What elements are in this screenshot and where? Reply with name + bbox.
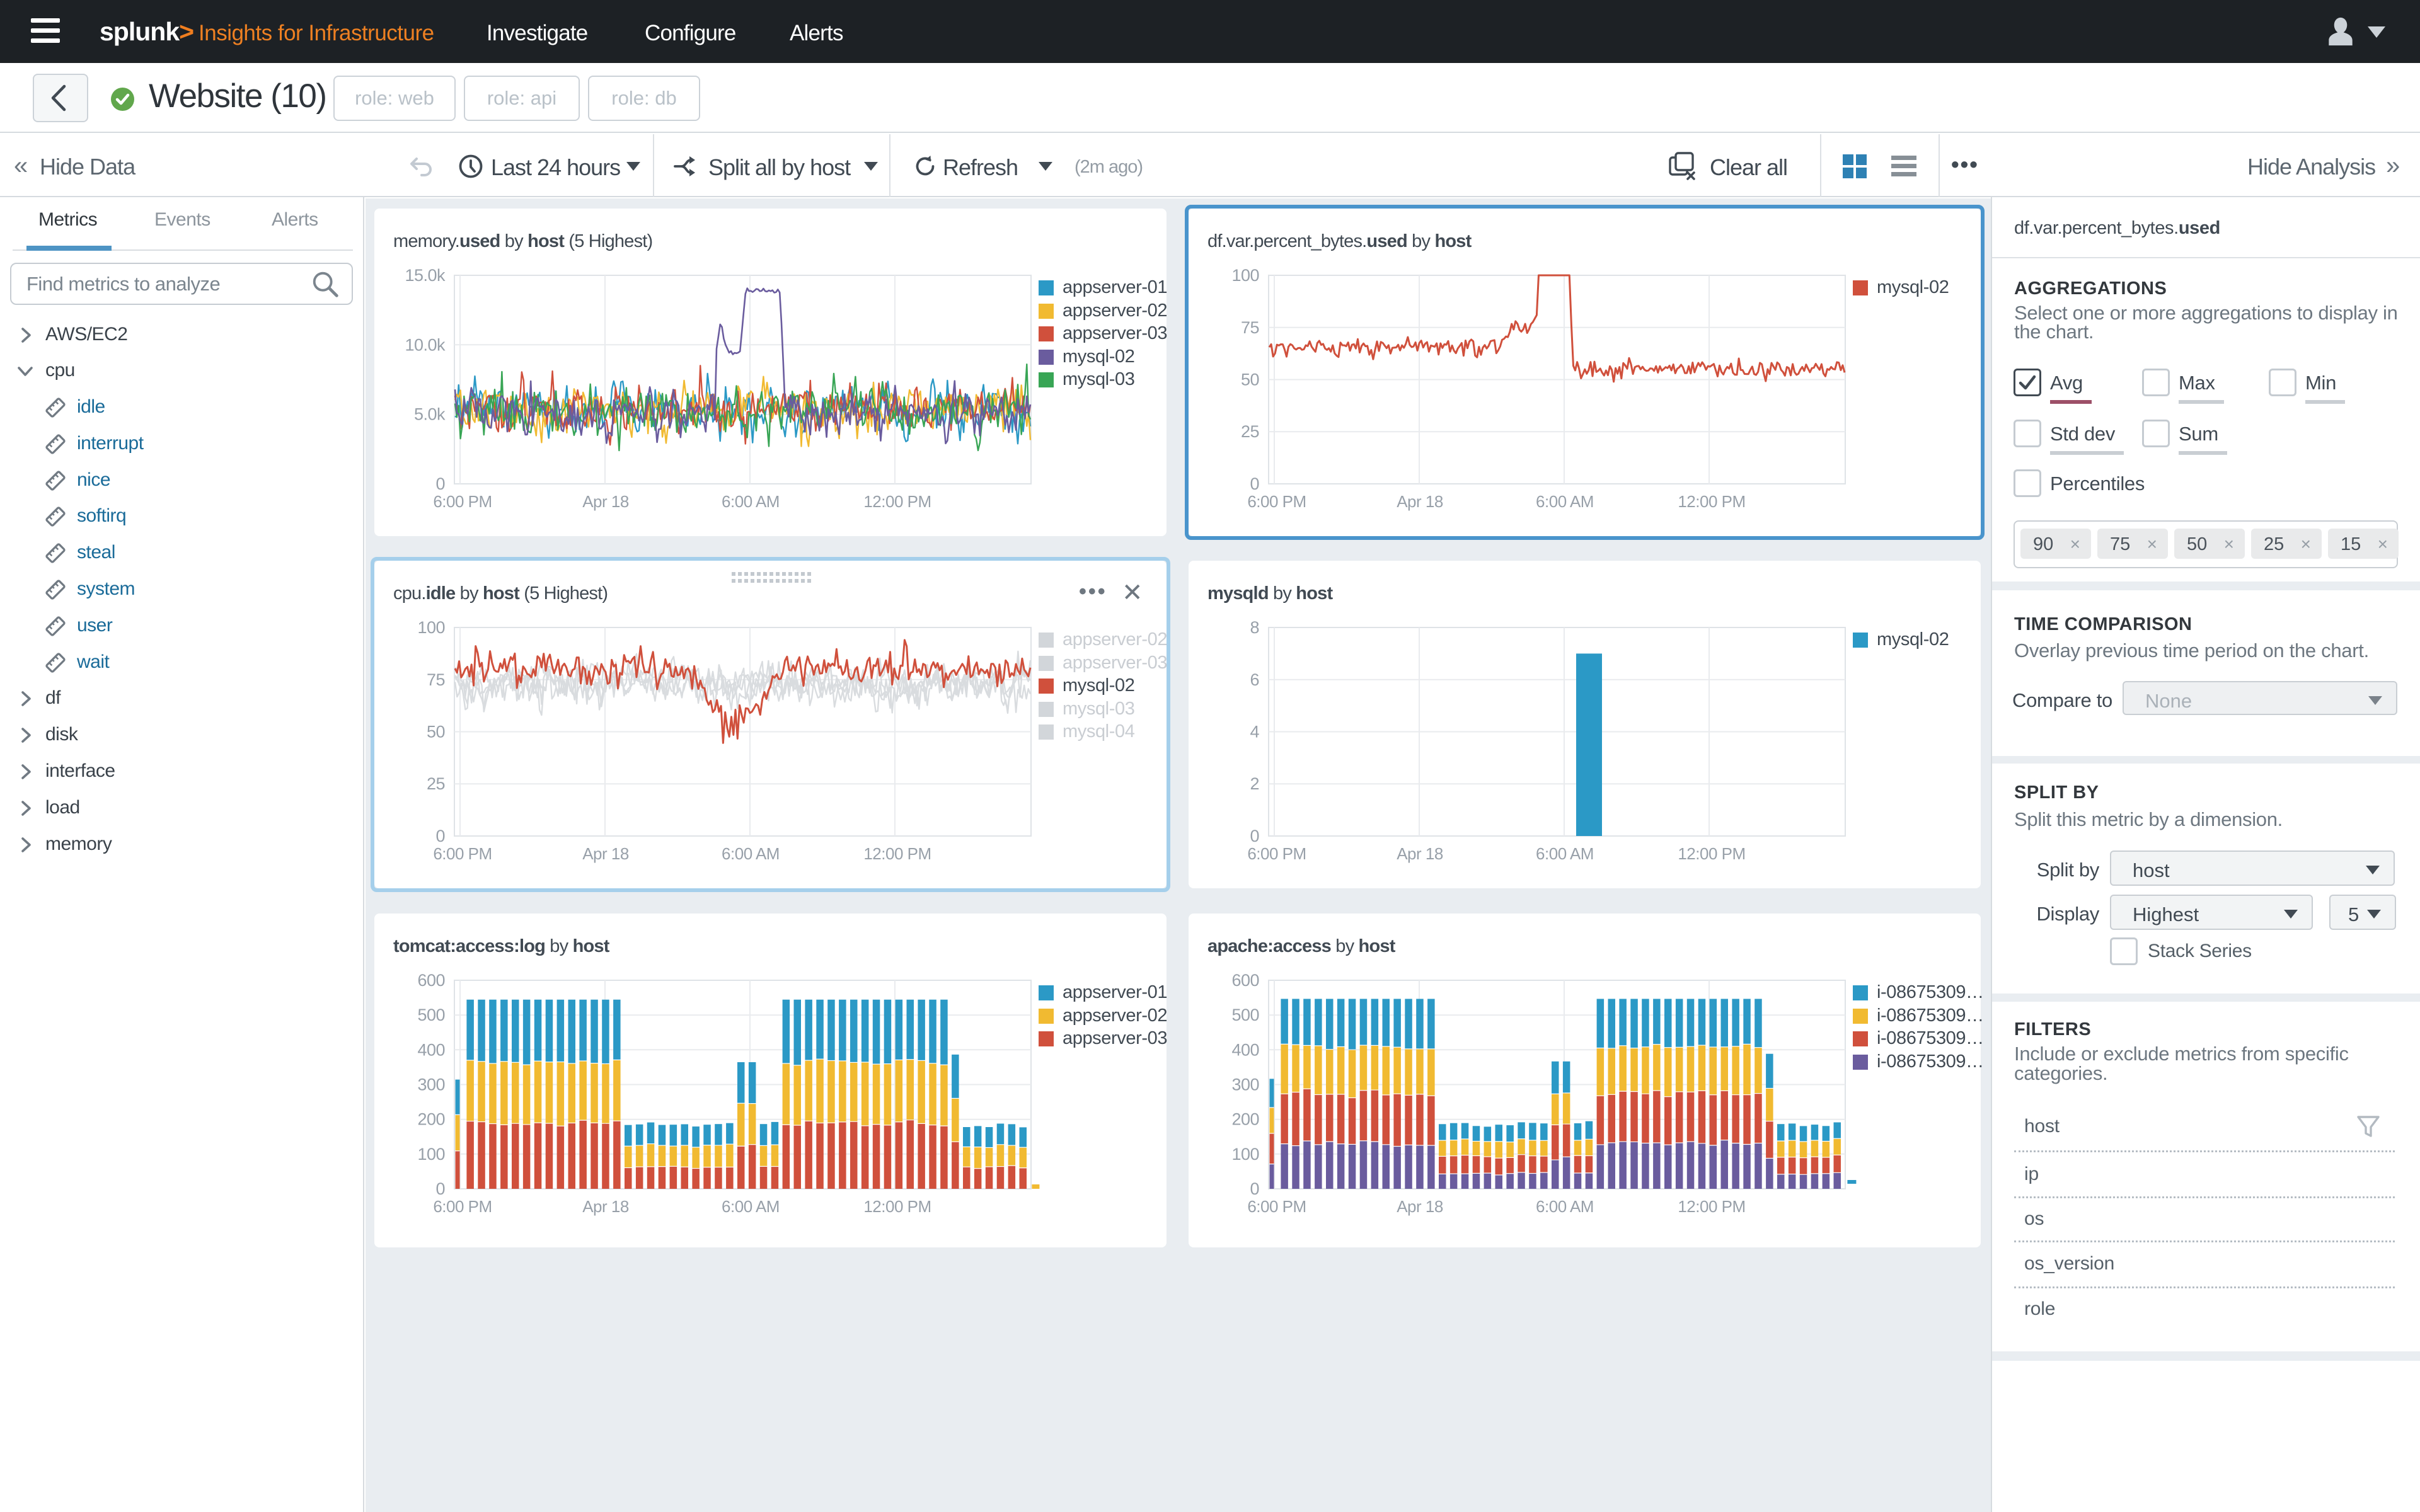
- svg-text:600: 600: [417, 971, 445, 990]
- svg-text:75: 75: [427, 670, 445, 689]
- svg-text:0: 0: [1250, 1179, 1259, 1198]
- svg-text:6:00 PM: 6:00 PM: [433, 1197, 492, 1216]
- svg-text:15.0k: 15.0k: [405, 266, 446, 285]
- svg-text:6:00 PM: 6:00 PM: [1247, 1197, 1306, 1216]
- svg-text:100: 100: [417, 618, 445, 637]
- svg-text:12:00 PM: 12:00 PM: [863, 844, 931, 863]
- svg-text:50: 50: [1241, 370, 1259, 389]
- svg-text:Apr 18: Apr 18: [582, 492, 629, 511]
- svg-text:0: 0: [1250, 474, 1259, 493]
- svg-text:6:00 PM: 6:00 PM: [433, 844, 492, 863]
- svg-text:Apr 18: Apr 18: [1397, 492, 1443, 511]
- svg-text:100: 100: [417, 1145, 445, 1164]
- svg-text:Apr 18: Apr 18: [582, 1197, 629, 1216]
- svg-text:8: 8: [1250, 618, 1259, 637]
- svg-text:50: 50: [427, 723, 445, 742]
- svg-text:6:00 PM: 6:00 PM: [433, 492, 492, 511]
- svg-text:5.0k: 5.0k: [414, 405, 446, 424]
- svg-text:200: 200: [1231, 1110, 1259, 1129]
- svg-text:4: 4: [1250, 723, 1259, 742]
- svg-text:75: 75: [1241, 318, 1259, 337]
- svg-text:Apr 18: Apr 18: [1397, 1197, 1443, 1216]
- svg-text:Apr 18: Apr 18: [582, 844, 629, 863]
- svg-text:0: 0: [435, 474, 445, 493]
- svg-text:6:00 AM: 6:00 AM: [722, 844, 780, 863]
- svg-text:0: 0: [1250, 827, 1259, 845]
- svg-text:6:00 PM: 6:00 PM: [1247, 492, 1306, 511]
- svg-text:6:00 AM: 6:00 AM: [1536, 1197, 1594, 1216]
- svg-text:600: 600: [1231, 971, 1259, 990]
- svg-text:0: 0: [435, 827, 445, 845]
- svg-text:300: 300: [417, 1075, 445, 1094]
- svg-text:6:00 AM: 6:00 AM: [1536, 492, 1594, 511]
- svg-text:2: 2: [1250, 774, 1259, 793]
- svg-text:500: 500: [1231, 1005, 1259, 1024]
- svg-text:12:00 PM: 12:00 PM: [1678, 492, 1745, 511]
- svg-text:25: 25: [427, 774, 445, 793]
- svg-text:200: 200: [417, 1110, 445, 1129]
- svg-text:12:00 PM: 12:00 PM: [1678, 1197, 1745, 1216]
- svg-text:100: 100: [1231, 1145, 1259, 1164]
- svg-text:300: 300: [1231, 1075, 1259, 1094]
- svg-text:400: 400: [417, 1040, 445, 1059]
- svg-text:0: 0: [435, 1179, 445, 1198]
- svg-text:12:00 PM: 12:00 PM: [1678, 844, 1745, 863]
- svg-text:500: 500: [417, 1005, 445, 1024]
- svg-text:12:00 PM: 12:00 PM: [863, 492, 931, 511]
- svg-text:25: 25: [1241, 422, 1259, 441]
- svg-text:6:00 AM: 6:00 AM: [1536, 844, 1594, 863]
- svg-text:10.0k: 10.0k: [405, 335, 446, 354]
- svg-text:6: 6: [1250, 670, 1259, 689]
- svg-text:6:00 PM: 6:00 PM: [1247, 844, 1306, 863]
- svg-text:6:00 AM: 6:00 AM: [722, 492, 780, 511]
- svg-text:400: 400: [1231, 1040, 1259, 1059]
- svg-text:12:00 PM: 12:00 PM: [863, 1197, 931, 1216]
- svg-text:6:00 AM: 6:00 AM: [722, 1197, 780, 1216]
- svg-text:100: 100: [1231, 266, 1259, 285]
- svg-text:Apr 18: Apr 18: [1397, 844, 1443, 863]
